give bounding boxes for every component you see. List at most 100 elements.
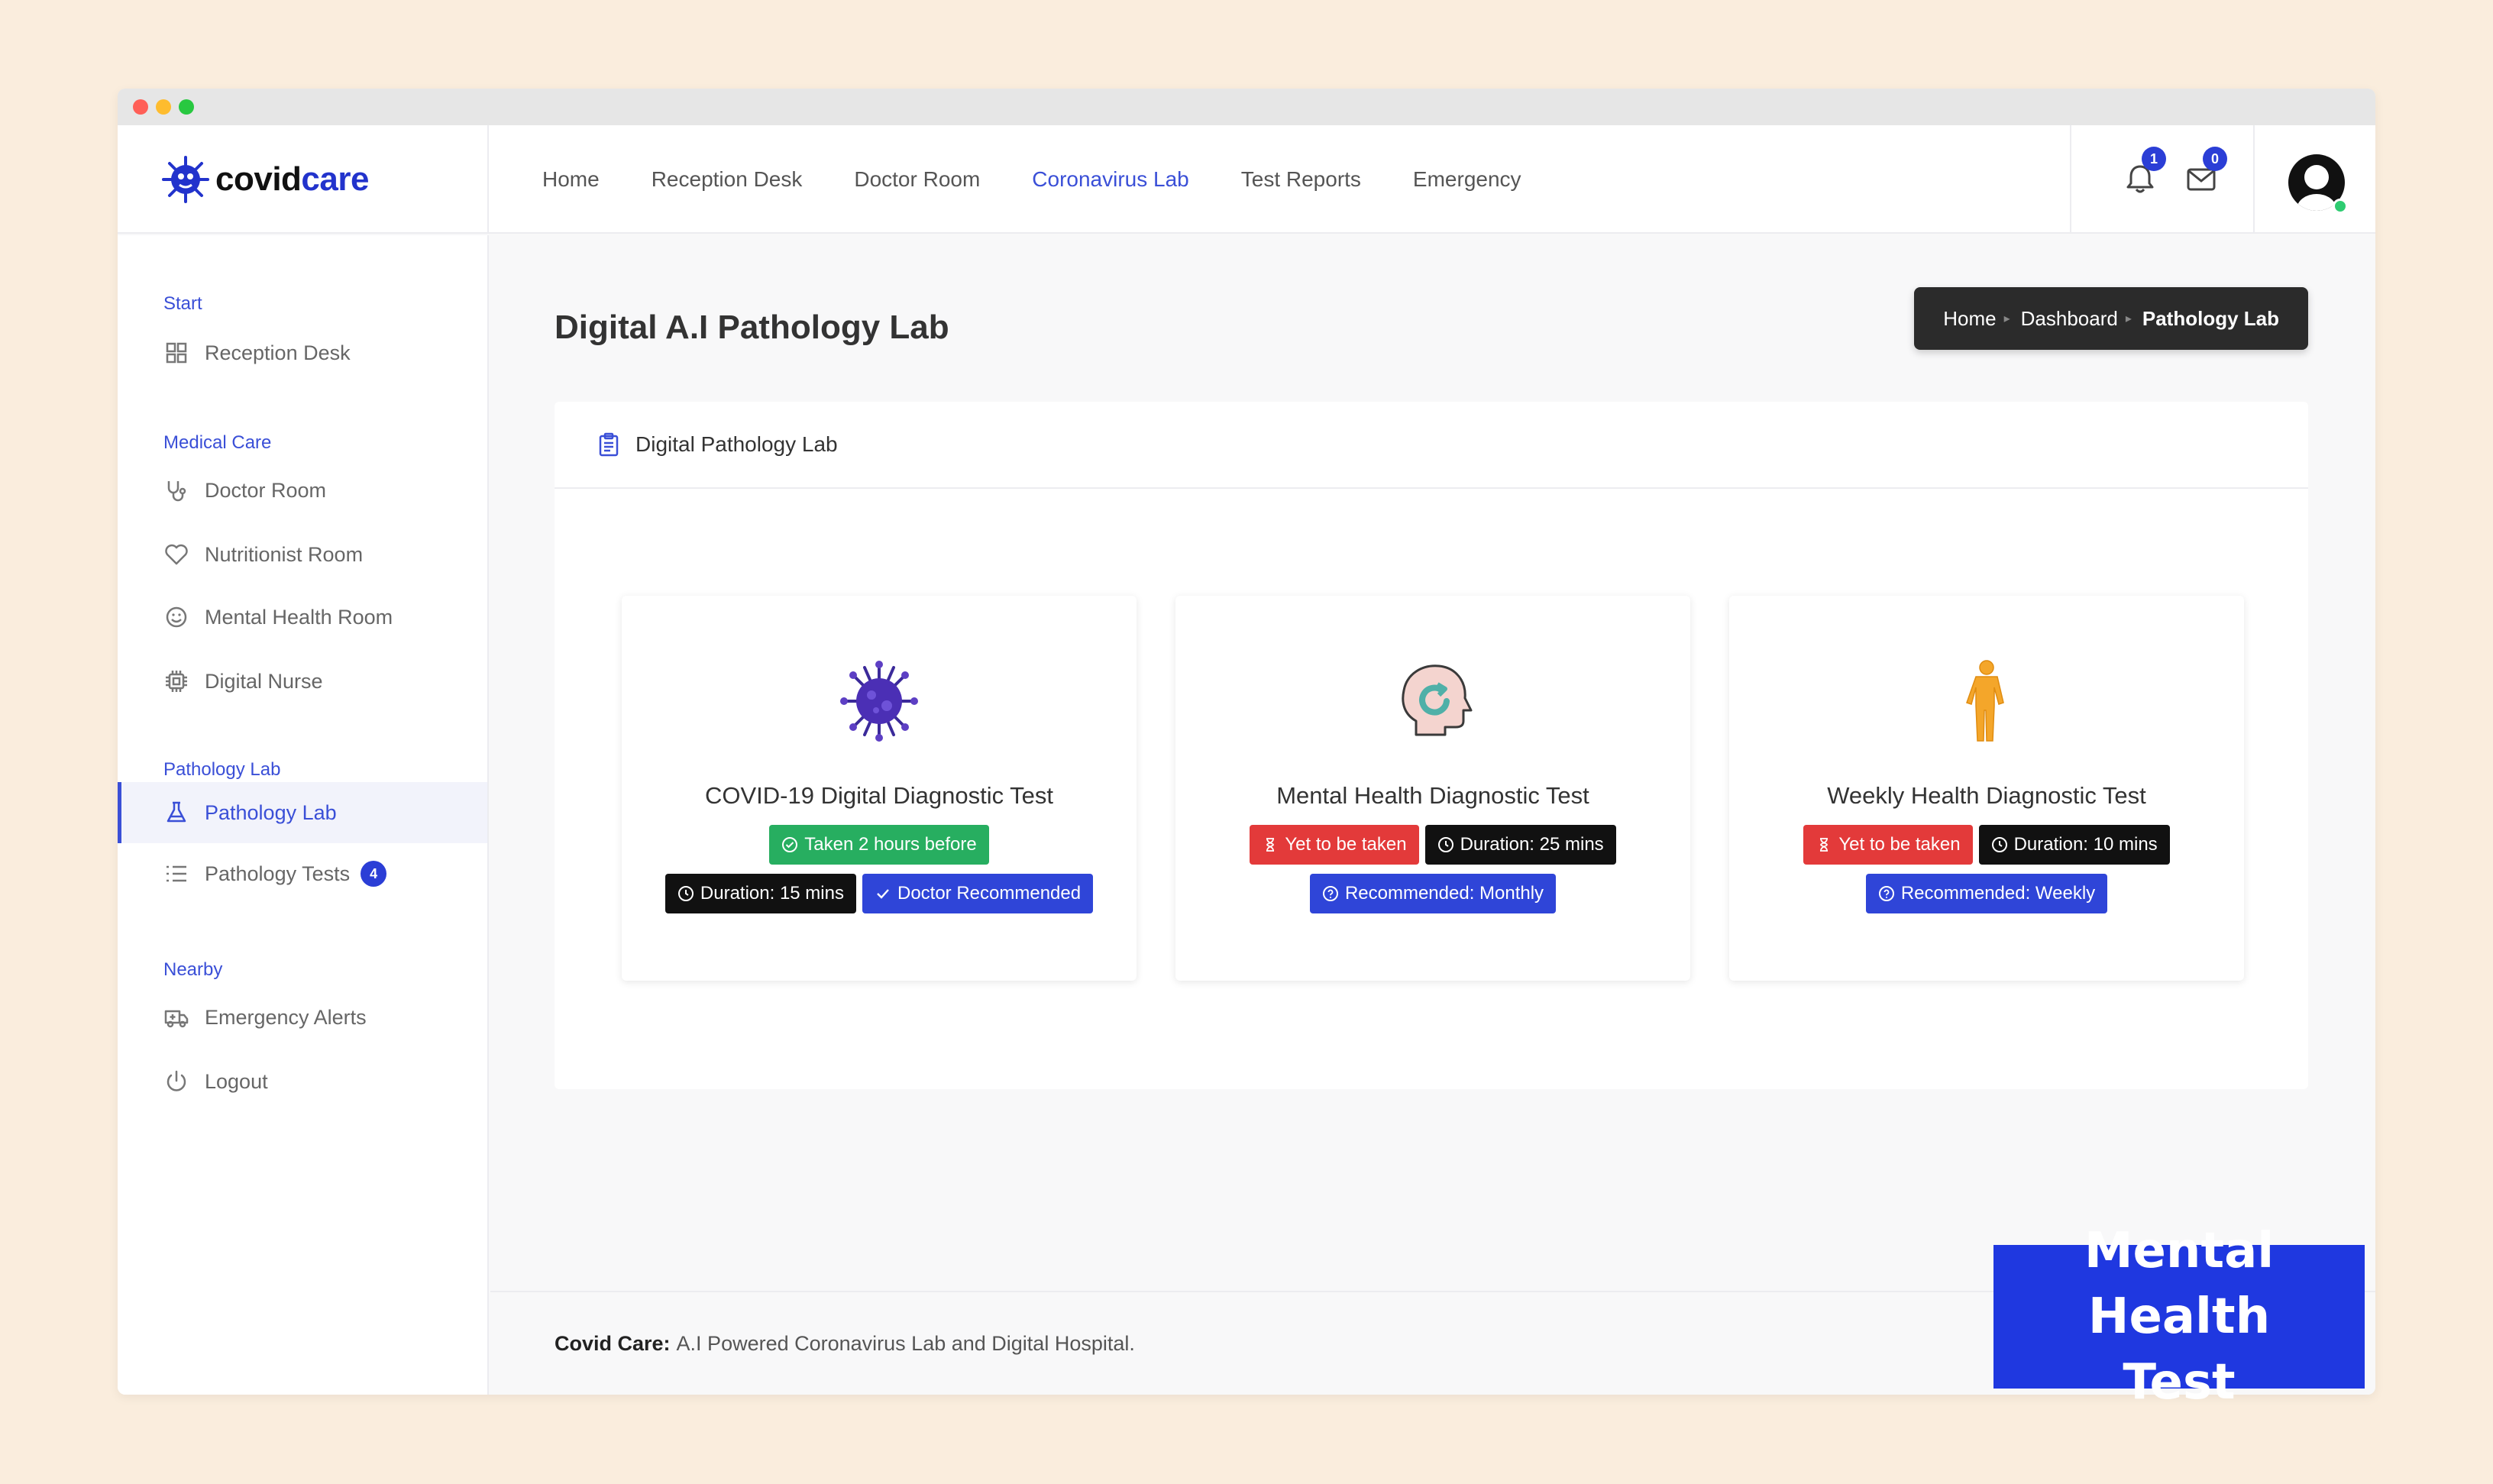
heart-icon — [165, 544, 188, 565]
smile-icon — [166, 606, 187, 628]
clipboard-icon — [599, 432, 619, 457]
pathology-lab-panel: Digital Pathology Lab COVID-19 Digital D… — [555, 402, 2308, 1089]
sidebar-item-digital-nurse[interactable]: Digital Nurse — [118, 651, 487, 712]
messages-count-badge: 0 — [2203, 147, 2227, 171]
sidebar-item-pathology-tests[interactable]: Pathology Tests 4 — [118, 843, 487, 904]
brand-name-part2: care — [301, 160, 369, 198]
user-menu[interactable] — [2253, 125, 2375, 234]
sidebar-item-label: Mental Health Room — [205, 605, 393, 629]
nav-coronavirus-lab[interactable]: Coronavirus Lab — [1032, 167, 1188, 192]
close-window-icon[interactable] — [133, 99, 148, 115]
messages-button[interactable]: 0 — [2178, 147, 2227, 202]
sidebar-item-label: Reception Desk — [205, 341, 351, 364]
card-tags-row: Yet to be taken Duration: 25 mins — [1175, 825, 1690, 865]
app-window: covidcare Home Reception Desk Doctor Roo… — [118, 89, 2375, 1395]
sidebar-item-label: Pathology Lab — [205, 800, 337, 824]
panel-header: Digital Pathology Lab — [555, 402, 2308, 489]
sidebar-item-logout[interactable]: Logout — [118, 1051, 487, 1112]
check-icon — [877, 889, 889, 899]
status-badge: Yet to be taken — [1250, 825, 1419, 865]
panel-title: Digital Pathology Lab — [635, 432, 838, 456]
minimize-window-icon[interactable] — [156, 99, 171, 115]
sidebar-item-pathology-lab[interactable]: Pathology Lab — [118, 782, 487, 843]
footer-brand: Covid Care: — [555, 1331, 671, 1355]
nav-reception-desk[interactable]: Reception Desk — [652, 167, 803, 192]
top-navbar: covidcare Home Reception Desk Doctor Roo… — [118, 125, 2375, 234]
sidebar-section-nearby: Nearby — [163, 959, 223, 980]
caption-line-2: Test — [2123, 1354, 2236, 1411]
sidebar-item-reception-desk[interactable]: Reception Desk — [118, 322, 487, 383]
mental-health-head-icon — [1402, 664, 1473, 736]
breadcrumb-separator-icon: ▸ — [2003, 312, 2010, 325]
mental-health-test-card[interactable]: Mental Health Diagnostic Test Yet to be … — [1175, 596, 1690, 981]
sidebar-item-label: Digital Nurse — [205, 669, 323, 693]
recommendation-badge: Doctor Recommended — [862, 874, 1094, 913]
card-tags-row: Recommended: Monthly — [1175, 874, 1690, 913]
covid-test-card[interactable]: COVID-19 Digital Diagnostic Test Taken 2… — [622, 596, 1137, 981]
sidebar-item-doctor-room[interactable]: Doctor Room — [118, 460, 487, 521]
clock-icon — [1437, 837, 1453, 852]
help-circle-icon — [1878, 886, 1894, 901]
notifications-count-badge: 1 — [2142, 147, 2166, 171]
hourglass-icon — [1266, 838, 1275, 852]
clock-icon — [1991, 837, 2007, 852]
status-badge: Taken 2 hours before — [769, 825, 989, 865]
card-tags-row: Recommended: Weekly — [1729, 874, 2244, 913]
header-actions: 1 0 — [2070, 125, 2253, 234]
sidebar: Start Reception Desk Medical Care Doctor… — [118, 235, 489, 1395]
sidebar-section-medical-care: Medical Care — [163, 432, 272, 453]
sidebar-item-label: Emergency Alerts — [205, 1005, 367, 1029]
sidebar-section-start: Start — [163, 293, 202, 314]
sidebar-item-emergency-alerts[interactable]: Emergency Alerts — [118, 987, 487, 1048]
caption-line-1: Mental Health — [2084, 1223, 2275, 1345]
footer-text: A.I Powered Coronavirus Lab and Digital … — [676, 1331, 1135, 1355]
hourglass-icon — [1820, 838, 1829, 852]
status-badge: Yet to be taken — [1803, 825, 1973, 865]
help-circle-icon — [1322, 886, 1338, 901]
main-nav: Home Reception Desk Doctor Room Coronavi… — [542, 125, 1573, 234]
card-title: Mental Health Diagnostic Test — [1276, 782, 1589, 809]
card-tags-row: Taken 2 hours before — [622, 825, 1137, 865]
mental-health-test-caption: Mental Health Test — [1993, 1223, 2365, 1411]
flask-icon — [167, 801, 186, 823]
breadcrumb-dashboard[interactable]: Dashboard — [2021, 307, 2118, 331]
brand-logo-link[interactable]: covidcare — [118, 125, 489, 234]
grid-icon — [166, 342, 187, 364]
nav-home[interactable]: Home — [542, 167, 600, 192]
window-titlebar — [118, 89, 2375, 125]
recommendation-badge: Recommended: Weekly — [1865, 874, 2108, 913]
sidebar-item-label: Logout — [205, 1069, 268, 1093]
human-body-icon — [1966, 660, 2004, 742]
sidebar-item-label: Nutritionist Room — [205, 542, 364, 566]
pathology-tests-count-badge: 4 — [361, 861, 387, 887]
breadcrumb-current: Pathology Lab — [2142, 306, 2279, 330]
page-title: Digital A.I Pathology Lab — [555, 309, 949, 346]
sidebar-item-mental-health-room[interactable]: Mental Health Room — [118, 587, 487, 648]
chip-icon — [166, 671, 187, 692]
nav-doctor-room[interactable]: Doctor Room — [854, 167, 980, 192]
duration-badge: Duration: 15 mins — [664, 874, 856, 913]
recommendation-badge: Recommended: Monthly — [1309, 874, 1557, 913]
maximize-window-icon[interactable] — [179, 99, 194, 115]
breadcrumb-home[interactable]: Home — [1943, 307, 1996, 331]
sidebar-item-label: Doctor Room — [205, 478, 327, 502]
nav-emergency[interactable]: Emergency — [1413, 167, 1521, 192]
check-circle-icon — [782, 837, 798, 852]
virus-icon — [840, 661, 918, 742]
sidebar-item-nutritionist-room[interactable]: Nutritionist Room — [118, 524, 487, 585]
stethoscope-icon — [167, 481, 186, 502]
card-tags-row: Duration: 15 mins Doctor Recommended — [622, 874, 1137, 913]
sidebar-section-pathology-lab: Pathology Lab — [163, 759, 281, 780]
online-status-dot — [2333, 199, 2348, 214]
duration-badge: Duration: 25 mins — [1424, 825, 1616, 865]
nav-test-reports[interactable]: Test Reports — [1241, 167, 1361, 192]
virus-logo-icon — [162, 156, 209, 203]
breadcrumb-separator-icon: ▸ — [2125, 312, 2132, 325]
card-tags-row: Yet to be taken Duration: 10 mins — [1729, 825, 2244, 865]
clock-icon — [677, 886, 694, 901]
notifications-button[interactable]: 1 — [2117, 147, 2166, 202]
breadcrumb: Home ▸ Dashboard ▸ Pathology Lab — [1914, 287, 2308, 350]
card-title: Weekly Health Diagnostic Test — [1827, 782, 2146, 809]
weekly-health-test-card[interactable]: Weekly Health Diagnostic Test Yet to be … — [1729, 596, 2244, 981]
brand-name-part1: covid — [215, 160, 302, 198]
